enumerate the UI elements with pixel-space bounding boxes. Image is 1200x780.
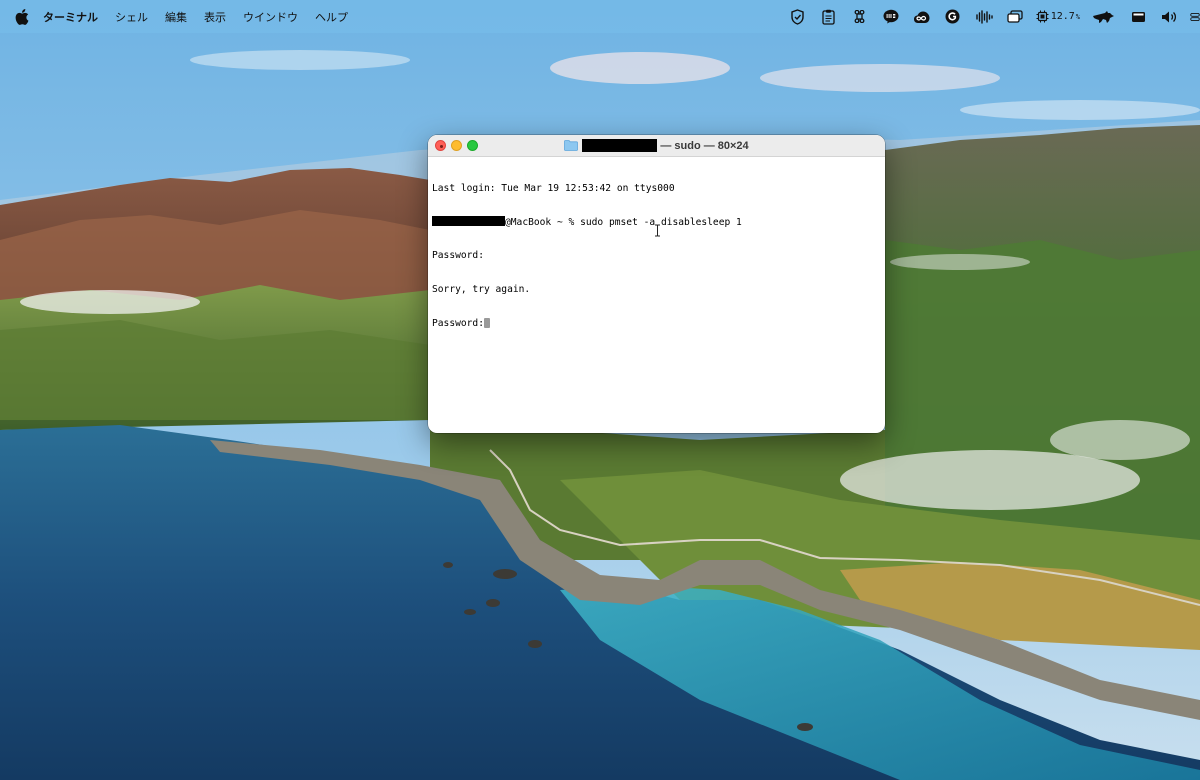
- cpu-usage-indicator[interactable]: 12.7%: [1036, 10, 1080, 23]
- volume-icon[interactable]: [1159, 7, 1179, 27]
- cpu-usage-unit: %: [1075, 12, 1080, 21]
- shield-icon[interactable]: [788, 7, 808, 27]
- redacted-username: [582, 139, 658, 152]
- terminal-line: Password:: [432, 250, 484, 262]
- clipboard-icon[interactable]: [819, 7, 839, 27]
- text-cursor: [483, 318, 490, 329]
- menu-edit[interactable]: 編集: [165, 9, 187, 25]
- terminal-line: Last login: Tue Mar 19 12:53:42 on ttys0…: [432, 182, 675, 194]
- apple-logo-icon[interactable]: [15, 8, 29, 25]
- audio-waveform-icon[interactable]: [974, 7, 994, 27]
- ibeam-cursor-icon: [655, 224, 660, 237]
- prompt-command: @MacBook ~ % sudo pmset -a disablesleep …: [505, 217, 742, 229]
- grammarly-icon[interactable]: [943, 7, 963, 27]
- window-title-text: — sudo — 80×24: [660, 139, 749, 152]
- runcat-icon[interactable]: [1091, 7, 1117, 27]
- terminal-window[interactable]: — sudo — 80×24 Last login: Tue Mar 19 12…: [428, 135, 885, 433]
- redacted-username: [432, 216, 505, 227]
- cpu-usage-value: 12.7: [1050, 11, 1075, 22]
- menu-help[interactable]: ヘルプ: [315, 9, 348, 25]
- traffic-lights: [435, 140, 483, 151]
- folder-icon: [564, 140, 579, 151]
- display-icon[interactable]: [1128, 7, 1148, 27]
- terminal-line-active: Password:: [432, 318, 881, 329]
- control-center-icon[interactable]: [1190, 7, 1200, 27]
- creative-cloud-icon[interactable]: [912, 7, 932, 27]
- password-prompt: Password:: [432, 318, 484, 330]
- menu-app-name[interactable]: ターミナル: [43, 9, 98, 25]
- menu-view[interactable]: 表示: [204, 9, 226, 25]
- minimize-button[interactable]: [451, 140, 462, 151]
- line-app-icon[interactable]: [881, 7, 901, 27]
- window-switcher-icon[interactable]: [1005, 7, 1025, 27]
- cpu-icon: [1036, 10, 1049, 23]
- command-key-icon[interactable]: [850, 7, 870, 27]
- window-title: — sudo — 80×24: [564, 139, 749, 152]
- zoom-button[interactable]: [467, 140, 478, 151]
- window-titlebar[interactable]: — sudo — 80×24: [428, 135, 885, 157]
- close-button[interactable]: [435, 140, 446, 151]
- menu-bar: ターミナル シェル 編集 表示 ウインドウ ヘルプ 12.7%: [0, 0, 1200, 33]
- menu-shell[interactable]: シェル: [115, 9, 148, 25]
- terminal-content[interactable]: Last login: Tue Mar 19 12:53:42 on ttys0…: [428, 157, 885, 432]
- terminal-line: Sorry, try again.: [432, 284, 531, 296]
- menu-window[interactable]: ウインドウ: [243, 9, 298, 25]
- status-area: 12.7%: [777, 0, 1200, 33]
